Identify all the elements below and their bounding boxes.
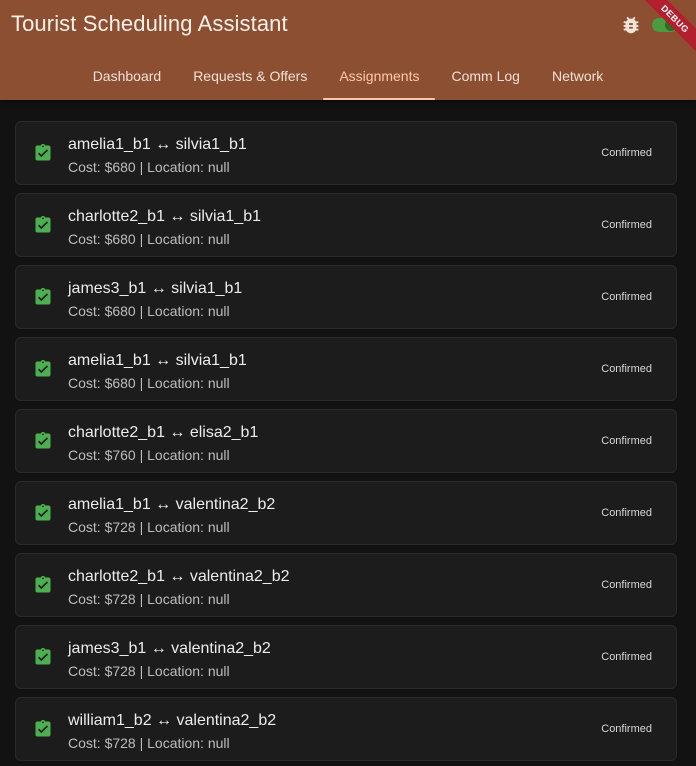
assignment-title: charlotte2_b1 ↔ elisa2_b1 — [68, 424, 259, 441]
status-badge: Confirmed — [601, 219, 652, 231]
list-item[interactable]: charlotte2_b1 ↔ valentina2_b2 Cost: $728… — [15, 553, 677, 617]
assignment-turned-in-icon — [35, 647, 51, 665]
app-bar: Tourist Scheduling Assistant DEBUG Dashb… — [0, 0, 696, 100]
assignment-details: Cost: $728 | Location: null — [68, 591, 230, 607]
assignment-details: Cost: $680 | Location: null — [68, 375, 230, 391]
assignment-title: charlotte2_b1 ↔ silvia1_b1 — [68, 208, 262, 225]
assignment-turned-in-icon — [35, 143, 51, 161]
status-badge: Confirmed — [601, 579, 652, 591]
list-item[interactable]: amelia1_b1 ↔ valentina2_b2 Cost: $728 | … — [15, 481, 677, 545]
assignment-details: Cost: $680 | Location: null — [68, 231, 230, 247]
status-badge: Confirmed — [601, 651, 652, 663]
tab-dashboard[interactable]: Dashboard — [77, 52, 178, 100]
status-badge: Confirmed — [601, 291, 652, 303]
list-item[interactable]: james3_b1 ↔ silvia1_b1 Cost: $680 | Loca… — [15, 265, 677, 329]
assignment-turned-in-icon — [35, 287, 51, 305]
tab-comm-log[interactable]: Comm Log — [435, 52, 535, 100]
list-item[interactable]: charlotte2_b1 ↔ silvia1_b1 Cost: $680 | … — [15, 193, 677, 257]
list-item[interactable]: william1_b2 ↔ valentina2_b2 Cost: $728 |… — [15, 697, 677, 761]
status-badge: Confirmed — [601, 363, 652, 375]
assignment-title: james3_b1 ↔ silvia1_b1 — [68, 280, 243, 297]
assignment-turned-in-icon — [35, 215, 51, 233]
assignment-turned-in-icon — [35, 575, 51, 593]
assignment-turned-in-icon — [35, 503, 51, 521]
assignment-title: james3_b1 ↔ valentina2_b2 — [68, 640, 271, 657]
list-item[interactable]: amelia1_b1 ↔ silvia1_b1 Cost: $680 | Loc… — [15, 121, 677, 185]
assignment-details: Cost: $728 | Location: null — [68, 735, 230, 751]
assignment-title: amelia1_b1 ↔ valentina2_b2 — [68, 496, 276, 513]
assignment-title: amelia1_b1 ↔ silvia1_b1 — [68, 136, 247, 153]
tab-assignments[interactable]: Assignments — [323, 52, 436, 100]
status-badge: Confirmed — [601, 147, 652, 159]
status-badge: Confirmed — [601, 507, 652, 519]
bug-icon[interactable] — [620, 14, 642, 36]
list-item[interactable]: charlotte2_b1 ↔ elisa2_b1 Cost: $760 | L… — [15, 409, 677, 473]
assignment-list: amelia1_b1 ↔ silvia1_b1 Cost: $680 | Loc… — [15, 121, 677, 766]
list-item[interactable]: james3_b1 ↔ valentina2_b2 Cost: $728 | L… — [15, 625, 677, 689]
status-badge: Confirmed — [601, 723, 652, 735]
assignment-details: Cost: $728 | Location: null — [68, 663, 230, 679]
assignment-turned-in-icon — [35, 719, 51, 737]
status-badge: Confirmed — [601, 435, 652, 447]
tab-bar: Dashboard Requests & Offers Assignments … — [0, 52, 696, 100]
assignment-details: Cost: $760 | Location: null — [68, 447, 230, 463]
assignment-details: Cost: $680 | Location: null — [68, 303, 230, 319]
assignment-details: Cost: $728 | Location: null — [68, 519, 230, 535]
tab-requests-offers[interactable]: Requests & Offers — [177, 52, 323, 100]
assignment-title: charlotte2_b1 ↔ valentina2_b2 — [68, 568, 290, 585]
assignment-title: amelia1_b1 ↔ silvia1_b1 — [68, 352, 247, 369]
assignment-turned-in-icon — [35, 431, 51, 449]
tab-network[interactable]: Network — [536, 52, 619, 100]
app-title: Tourist Scheduling Assistant — [11, 11, 288, 36]
app-window: Tourist Scheduling Assistant DEBUG Dashb… — [0, 0, 696, 766]
assignment-turned-in-icon — [35, 359, 51, 377]
list-item[interactable]: amelia1_b1 ↔ silvia1_b1 Cost: $680 | Loc… — [15, 337, 677, 401]
assignment-title: william1_b2 ↔ valentina2_b2 — [68, 712, 277, 729]
assignment-details: Cost: $680 | Location: null — [68, 159, 230, 175]
